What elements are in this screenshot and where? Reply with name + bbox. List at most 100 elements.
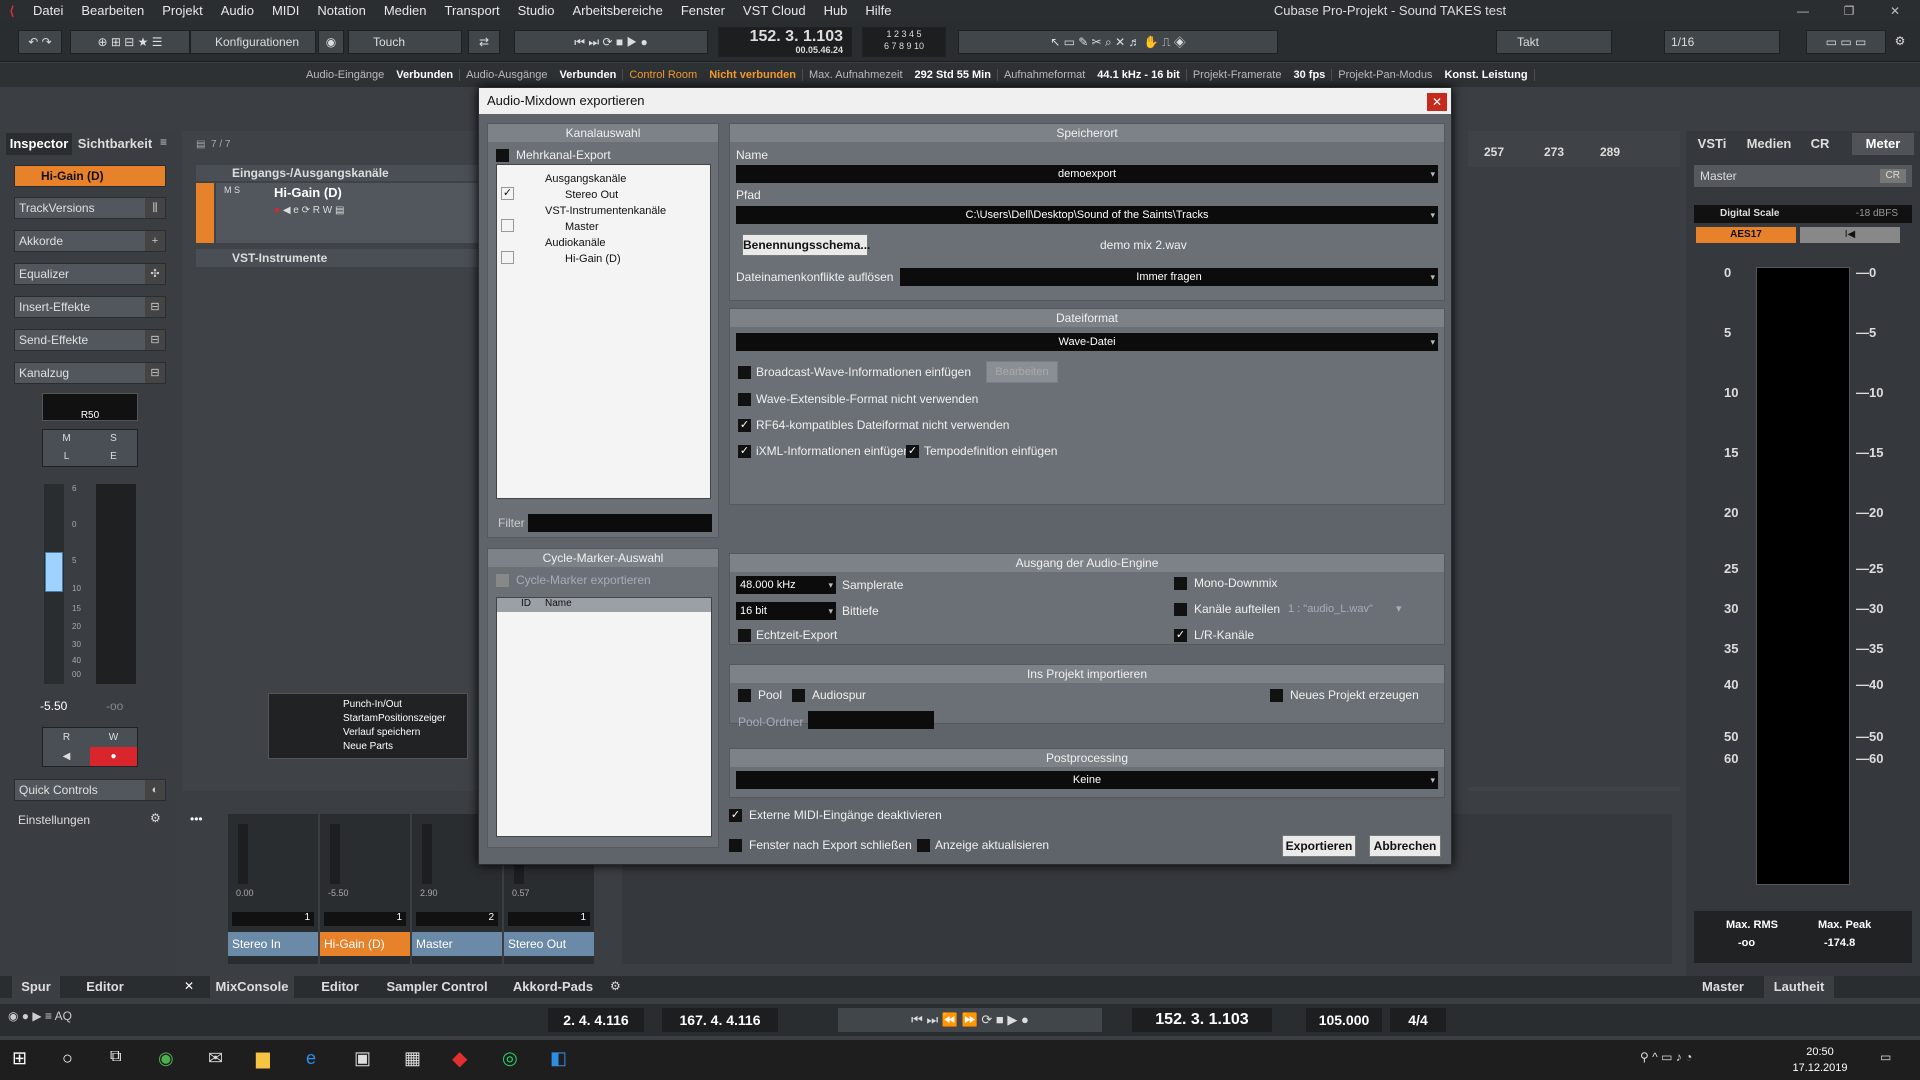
- status-icons[interactable]: ◉ ● ▶ ≡ AQ: [8, 1009, 72, 1023]
- position-display[interactable]: 152. 3. 1.103 00.05.46.24: [718, 27, 852, 57]
- gear-icon[interactable]: ⚙: [1888, 30, 1912, 54]
- volume-value[interactable]: -5.50: [40, 699, 67, 713]
- transport-position[interactable]: 152. 3. 1.103: [1132, 1008, 1272, 1032]
- close-lower-icon[interactable]: ✕: [184, 979, 194, 993]
- tray-icons[interactable]: ⚲ ^ ▭ ♪ ◔: [1640, 1050, 1692, 1064]
- menu-bearbeiten[interactable]: Bearbeiten: [72, 0, 153, 22]
- hi-gain-checkbox[interactable]: [501, 251, 514, 264]
- grid-type-dropdown[interactable]: Takt: [1496, 30, 1612, 54]
- pool-checkbox[interactable]: [738, 689, 751, 702]
- menu-fenster[interactable]: Fenster: [672, 0, 734, 22]
- configurations-dropdown[interactable]: Konfigurationen: [190, 30, 316, 54]
- naming-scheme-button[interactable]: Benennungsschema...: [742, 234, 870, 256]
- tool-buttons-icon[interactable]: ⊕ ⊞ ⊟ ★ ☰: [70, 30, 190, 54]
- dialog-close-icon[interactable]: ✕: [1427, 93, 1447, 111]
- status-value[interactable]: Verbunden: [553, 69, 624, 81]
- section-send-effekte[interactable]: Send-Effekte ⊟: [14, 329, 166, 351]
- tab-sampler-control[interactable]: Sampler Control: [382, 976, 492, 998]
- tab-medien[interactable]: Medien: [1740, 133, 1798, 155]
- section-insert-effekte[interactable]: Insert-Effekte ⊟: [14, 296, 166, 318]
- tab-editor-left[interactable]: Editor: [78, 976, 132, 998]
- menu-projekt[interactable]: Projekt: [153, 0, 211, 22]
- split-dropdown[interactable]: 1 : "audio_L.wav" ▾: [1288, 602, 1401, 615]
- rf64-checkbox[interactable]: ✓: [738, 419, 751, 432]
- tab-editor[interactable]: Editor: [310, 976, 370, 998]
- tab-sichtbarkeit[interactable]: Sichtbarkeit: [74, 133, 156, 155]
- task-view-icon[interactable]: ⧉: [110, 1048, 121, 1066]
- camera-icon[interactable]: ◉: [318, 30, 344, 54]
- settings-gear-icon[interactable]: ⚙: [150, 811, 161, 825]
- tab-master[interactable]: Master: [1690, 976, 1756, 998]
- menu-datei[interactable]: Datei: [24, 0, 72, 22]
- marker-numbers[interactable]: 1 2 3 4 56 7 8 9 10: [862, 27, 946, 57]
- file-format-dropdown[interactable]: Wave-Datei ▾: [736, 333, 1438, 351]
- new-project-checkbox[interactable]: [1270, 689, 1283, 702]
- menu-vst-cloud[interactable]: VST Cloud: [734, 0, 815, 22]
- left-locator[interactable]: 2. 4. 4.116: [548, 1008, 644, 1032]
- menu-transport[interactable]: Transport: [435, 0, 508, 22]
- channel-fader[interactable]: [422, 824, 432, 884]
- channel-fader[interactable]: [330, 824, 340, 884]
- whatsapp-icon[interactable]: ◎: [502, 1048, 518, 1069]
- folder-io-channels[interactable]: Eingangs-/Ausgangskanäle: [196, 165, 478, 181]
- pool-folder-input[interactable]: [808, 711, 934, 729]
- status-value[interactable]: 292 Std 55 Min: [909, 69, 998, 81]
- clock[interactable]: 20:50 17.12.2019: [1780, 1044, 1860, 1076]
- status-value[interactable]: Konst. Leistung: [1438, 69, 1535, 81]
- close-after-checkbox[interactable]: [729, 839, 742, 852]
- search-icon[interactable]: ○: [62, 1048, 73, 1069]
- ext-midi-checkbox[interactable]: ✓: [729, 809, 742, 822]
- transport-buttons[interactable]: ⏮ ⏭ ⟳ ■ ▶ ●: [514, 30, 708, 54]
- export-button[interactable]: Exportieren: [1282, 835, 1356, 857]
- status-value[interactable]: Nicht verbunden: [703, 69, 803, 81]
- channel-name[interactable]: Hi-Gain (D): [320, 932, 410, 956]
- name-input[interactable]: demoexport ▾: [736, 165, 1438, 183]
- tree-item[interactable]: Hi-Gain (D): [565, 253, 621, 265]
- folder-vst-instruments[interactable]: VST-Instrumente: [196, 249, 478, 267]
- split-checkbox[interactable]: [1174, 603, 1187, 616]
- menu-audio[interactable]: Audio: [212, 0, 263, 22]
- inspector-track-name[interactable]: Hi-Gain (D): [14, 165, 166, 187]
- bwf-checkbox[interactable]: [738, 366, 751, 379]
- conflict-dropdown[interactable]: Immer fragen ▾: [900, 268, 1438, 286]
- bwf-edit-button[interactable]: Bearbeiten: [986, 361, 1058, 383]
- tab-akkord-pads[interactable]: Akkord-Pads: [508, 976, 598, 998]
- section-akkorde[interactable]: Akkorde +: [14, 230, 166, 252]
- channel-volume[interactable]: 0.00: [236, 888, 254, 898]
- msle-buttons[interactable]: MSLE: [42, 429, 138, 467]
- ms-buttons[interactable]: M S: [224, 185, 240, 195]
- track-controls[interactable]: ● ◀ e ⟳ R W ▤: [274, 205, 344, 216]
- edge-icon[interactable]: e: [306, 1048, 316, 1069]
- status-value[interactable]: Verbunden: [390, 69, 461, 81]
- undo-redo-icon[interactable]: ↶ ↷: [18, 30, 62, 54]
- cancel-button[interactable]: Abbrechen: [1369, 835, 1441, 857]
- audiotrack-checkbox[interactable]: [792, 689, 805, 702]
- bitdepth-dropdown[interactable]: 16 bit ▾: [736, 602, 836, 620]
- volume-fader-handle[interactable]: [45, 552, 63, 592]
- realtime-checkbox[interactable]: [738, 629, 751, 642]
- status-value[interactable]: 30 fps: [1287, 69, 1333, 81]
- tempo-checkbox[interactable]: ✓: [906, 445, 919, 458]
- menu-midi[interactable]: MIDI: [263, 0, 308, 22]
- status-value[interactable]: 44.1 kHz - 16 bit: [1091, 69, 1187, 81]
- samplerate-dropdown[interactable]: 48.000 kHz ▾: [736, 576, 836, 594]
- channel-fader[interactable]: [238, 824, 248, 884]
- channel-volume[interactable]: 0.57: [512, 888, 530, 898]
- windows-start-icon[interactable]: ⊞: [12, 1048, 27, 1069]
- channel-name[interactable]: Stereo In: [228, 932, 318, 956]
- digital-scale[interactable]: Digital Scale -18 dBFS: [1694, 205, 1912, 223]
- stereo-out-checkbox[interactable]: ✓: [501, 187, 514, 200]
- section-trackversions[interactable]: TrackVersions ⫼: [14, 197, 166, 219]
- aes17-button[interactable]: AES17: [1696, 227, 1796, 243]
- cubase-task-icon[interactable]: ◆: [452, 1046, 467, 1071]
- auto-scroll-icon[interactable]: ⇄: [468, 30, 500, 54]
- tab-meter[interactable]: Meter: [1852, 133, 1914, 155]
- pan-knob[interactable]: R50: [42, 393, 138, 421]
- volume-fader-track[interactable]: [44, 484, 64, 684]
- more-icon[interactable]: •••: [190, 812, 203, 826]
- mixer-channel[interactable]: -5.50 1 Hi-Gain (D): [320, 814, 410, 964]
- notification-icon[interactable]: ▭: [1880, 1050, 1891, 1064]
- tree-item[interactable]: Audiokanäle: [545, 237, 606, 249]
- filter-input[interactable]: [528, 514, 712, 532]
- menu-hilfe[interactable]: Hilfe: [856, 0, 900, 22]
